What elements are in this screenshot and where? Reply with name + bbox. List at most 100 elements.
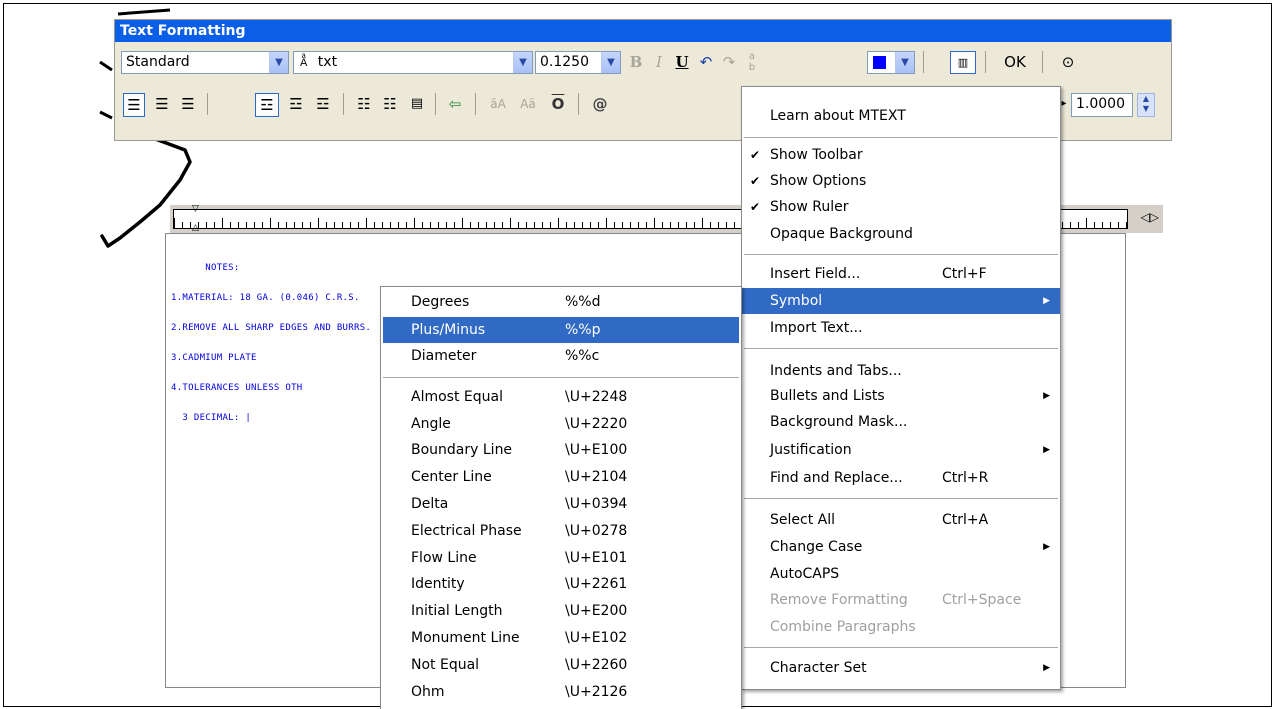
context-menu: Learn about MTEXT ✔ Show Toolbar ✔ Show Op…	[741, 86, 1061, 690]
checkmark-icon: ✔	[750, 200, 761, 214]
insert-field-icon[interactable]: ⇦	[442, 93, 468, 115]
align-right-icon[interactable]: ☰	[177, 93, 199, 115]
symbol-item-initial-length[interactable]: Initial Length \U+E200	[381, 598, 741, 624]
font-icon: Aͣ	[300, 56, 308, 69]
bullets-icon[interactable]: ☷	[379, 93, 401, 115]
spinner-icon[interactable]: ▲ ▼	[1137, 93, 1155, 117]
submenu-arrow-icon: ▶	[1043, 663, 1050, 673]
menu-item-bullets-and-lists[interactable]: Bullets and Lists ▶	[742, 383, 1060, 409]
menu-item-insert-field[interactable]: Insert Field... Ctrl+F	[742, 261, 1060, 287]
color-swatch	[873, 56, 886, 69]
color-select[interactable]: ▼	[867, 51, 915, 74]
numbering-icon[interactable]: ☷	[353, 93, 375, 115]
menu-item-select-all[interactable]: Select All Ctrl+A	[742, 507, 1060, 533]
symbol-item-plus-minus[interactable]: Plus/Minus %%p	[383, 317, 739, 343]
menu-item-opaque-background[interactable]: Opaque Background	[742, 221, 1060, 247]
symbol-item-degrees[interactable]: Degrees %%d	[381, 289, 741, 315]
menu-item-show-ruler[interactable]: ✔ Show Ruler	[742, 194, 1060, 220]
divider	[1042, 51, 1043, 73]
symbol-submenu: Degrees %%d Plus/Minus %%p Diameter %%c Alm…	[380, 286, 742, 709]
chevron-down-icon[interactable]: ▼	[601, 52, 620, 73]
menu-item-background-mask[interactable]: Background Mask...	[742, 409, 1060, 435]
menu-item-character-set[interactable]: Character Set ▶	[742, 655, 1060, 681]
overline-icon[interactable]: O	[547, 93, 569, 115]
valign-top-icon[interactable]: ☲	[255, 93, 279, 117]
menu-item-find-and-replace[interactable]: Find and Replace... Ctrl+R	[742, 465, 1060, 491]
width-factor-input[interactable]: 1.0000	[1071, 93, 1133, 117]
menu-item-justification[interactable]: Justification ▶	[742, 437, 1060, 463]
symbol-item-ohm[interactable]: Ohm \U+2126	[381, 679, 741, 705]
notes-line: 4.TOLERANCES UNLESS OTH	[171, 383, 303, 393]
notes-line: 3 DECIMAL: |	[171, 413, 252, 423]
resize-arrows-icon[interactable]: ◁▷	[1141, 210, 1159, 224]
menu-separator	[744, 348, 1058, 350]
notes-line: NOTES:	[171, 263, 240, 273]
divider	[207, 93, 208, 115]
italic-button[interactable]: I	[648, 51, 670, 73]
symbol-item-diameter[interactable]: Diameter %%c	[381, 343, 741, 369]
valign-bottom-icon[interactable]: ☲	[312, 93, 334, 115]
uppercase-icon[interactable]: āA	[485, 93, 511, 115]
menu-item-combine-paragraphs: Combine Paragraphs	[770, 619, 916, 635]
menu-item-show-toolbar[interactable]: ✔ Show Toolbar	[742, 142, 1060, 168]
symbol-item-identity[interactable]: Identity \U+2261	[381, 571, 741, 597]
notes-line: 3.CADMIUM PLATE	[171, 353, 257, 363]
chevron-down-icon[interactable]: ▼	[513, 52, 532, 73]
toolbar-title: Text Formatting	[115, 20, 1171, 42]
divider	[343, 93, 344, 115]
checkmark-icon: ✔	[750, 174, 761, 188]
stack-icon[interactable]: ab	[741, 51, 763, 73]
menu-separator	[744, 254, 1058, 256]
options-icon[interactable]: ⊙	[1056, 51, 1080, 73]
lowercase-icon[interactable]: Aā	[515, 93, 541, 115]
symbol-item-electrical-phase[interactable]: Electrical Phase \U+0278	[381, 518, 741, 544]
undo-icon[interactable]: ↶	[695, 51, 717, 73]
menu-item-change-case[interactable]: Change Case ▶	[742, 534, 1060, 560]
checkmark-icon: ✔	[750, 148, 761, 162]
menu-item-symbol[interactable]: Symbol ▶	[742, 288, 1060, 314]
divider	[435, 93, 436, 115]
symbol-item-angle[interactable]: Angle \U+2220	[381, 411, 741, 437]
width-factor-value: 1.0000	[1076, 96, 1125, 112]
divider	[985, 51, 986, 73]
menu-item-import-text[interactable]: Import Text...	[742, 315, 1060, 341]
indent-marker-icon[interactable]: △	[192, 223, 199, 233]
menu-item-indents-and-tabs[interactable]: Indents and Tabs...	[742, 358, 1060, 384]
menu-item-learn-about-mtext[interactable]: Learn about MTEXT	[742, 103, 1060, 129]
text-height-select[interactable]: 0.1250 ▼	[535, 51, 621, 74]
symbol-item-monument-line[interactable]: Monument Line \U+E102	[381, 625, 741, 651]
divider	[578, 93, 579, 115]
symbol-item-delta[interactable]: Delta \U+0394	[381, 491, 741, 517]
notes-text[interactable]: NOTES: 1.MATERIAL: 18 GA. (0.046) C.R.S.…	[171, 243, 371, 433]
underline-button[interactable]: U	[671, 51, 693, 73]
indent-marker-icon[interactable]: ▽	[192, 204, 199, 214]
menu-separator	[744, 498, 1058, 500]
lettering-icon[interactable]: ▤	[405, 93, 429, 115]
submenu-arrow-icon: ▶	[1043, 296, 1050, 306]
font-select[interactable]: Aͣ txt ▼	[293, 51, 533, 74]
style-value: Standard	[126, 54, 190, 70]
style-select[interactable]: Standard ▼	[121, 51, 289, 74]
ok-button[interactable]: OK	[1000, 51, 1030, 73]
align-left-icon[interactable]: ☰	[123, 93, 145, 117]
menu-item-show-options[interactable]: ✔ Show Options	[742, 168, 1060, 194]
chevron-down-icon[interactable]: ▼	[269, 52, 288, 73]
text-height-value: 0.1250	[540, 54, 589, 70]
symbol-item-boundary-line[interactable]: Boundary Line \U+E100	[381, 437, 741, 463]
valign-middle-icon[interactable]: ☲	[285, 93, 307, 115]
symbol-item-flow-line[interactable]: Flow Line \U+E101	[381, 545, 741, 571]
bold-button[interactable]: B	[625, 51, 647, 73]
notes-line: 1.MATERIAL: 18 GA. (0.046) C.R.S.	[171, 293, 360, 303]
align-center-icon[interactable]: ☰	[151, 93, 173, 115]
symbol-button[interactable]: @	[588, 93, 612, 115]
menu-separator	[744, 137, 1058, 139]
menu-item-autocaps[interactable]: AutoCAPS	[742, 561, 1060, 587]
submenu-arrow-icon: ▶	[1043, 445, 1050, 455]
symbol-item-center-line[interactable]: Center Line \U+2104	[381, 464, 741, 490]
font-value: txt	[317, 54, 338, 70]
chevron-down-icon[interactable]: ▼	[895, 52, 914, 73]
ruler-toggle-icon[interactable]: ▥	[950, 51, 976, 74]
symbol-item-almost-equal[interactable]: Almost Equal \U+2248	[381, 384, 741, 410]
redo-icon[interactable]: ↷	[718, 51, 740, 73]
symbol-item-not-equal[interactable]: Not Equal \U+2260	[381, 652, 741, 678]
